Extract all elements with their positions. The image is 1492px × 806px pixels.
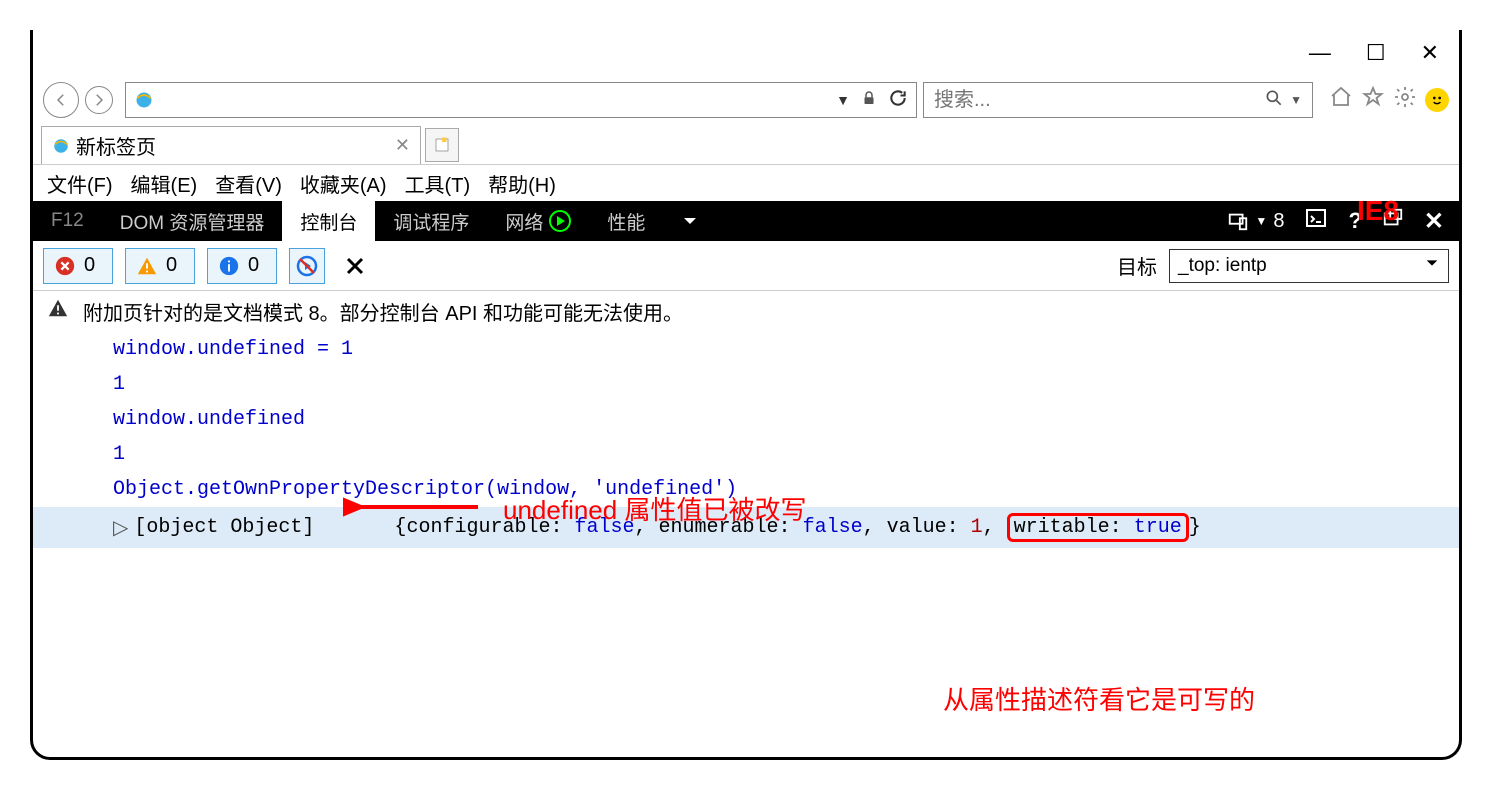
tab-close-button[interactable]: ✕ (395, 135, 410, 156)
warning-icon (47, 297, 69, 326)
close-devtools-icon[interactable]: ✕ (1424, 207, 1444, 236)
forward-button[interactable] (85, 86, 113, 114)
settings-icon[interactable] (1393, 85, 1417, 115)
tab-dom-explorer[interactable]: DOM 资源管理器 (102, 201, 283, 241)
home-icon[interactable] (1329, 85, 1353, 115)
tab-network[interactable]: 网络 (487, 201, 589, 241)
menu-bar: 文件(F) 编辑(E) 查看(V) 收藏夹(A) 工具(T) 帮助(H) (33, 165, 1459, 201)
address-bar[interactable]: ▼ (125, 82, 917, 118)
clear-on-navigate-button[interactable] (289, 248, 325, 284)
target-select[interactable]: _top: ientp (1169, 249, 1449, 283)
feedback-icon[interactable] (1425, 88, 1449, 112)
menu-edit[interactable]: 编辑(E) (125, 167, 204, 200)
play-icon (549, 210, 571, 232)
console-result-row: 1 (33, 437, 1459, 472)
warning-count: 0 (166, 254, 177, 277)
info-icon (218, 255, 240, 277)
menu-file[interactable]: 文件(F) (41, 167, 119, 200)
devtools-tab-bar: F12 DOM 资源管理器 控制台 调试程序 网络 性能 ▼ 8 ? ✕ (33, 201, 1459, 241)
error-count: 0 (84, 254, 95, 277)
browser-window: — ☐ ✕ ▼ (30, 30, 1462, 760)
annotation-note-1: undefined 属性值已被改写 (503, 490, 806, 527)
warning-filter[interactable]: 0 (125, 248, 195, 284)
ie-logo-icon (52, 137, 70, 155)
close-button[interactable]: ✕ (1421, 40, 1439, 66)
search-input[interactable] (934, 89, 1264, 112)
annotation-arrow (343, 492, 483, 522)
annotation-note-2: 从属性描述符看它是可写的 (943, 680, 1255, 717)
lock-icon (860, 89, 878, 112)
emulation-icon[interactable]: ▼ 8 (1227, 210, 1284, 233)
info-count: 0 (248, 254, 259, 277)
toolbar-icons (1329, 85, 1449, 115)
menu-favorites[interactable]: 收藏夹(A) (294, 167, 393, 200)
tab-console[interactable]: 控制台 (282, 201, 375, 241)
expand-icon[interactable]: ▷ (113, 515, 128, 541)
warning-icon (136, 255, 158, 277)
warning-text: 附加页针对的是文档模式 8。部分控制台 API 和功能可能无法使用。 (83, 297, 683, 326)
navigation-bar: ▼ ▼ (33, 75, 1459, 125)
favorites-icon[interactable] (1361, 85, 1385, 115)
minimize-button[interactable]: — (1309, 40, 1331, 66)
tab-overflow[interactable] (663, 201, 717, 241)
console-warning-row: 附加页针对的是文档模式 8。部分控制台 API 和功能可能无法使用。 (33, 291, 1459, 332)
back-button[interactable] (43, 82, 79, 118)
dropdown-icon[interactable]: ▼ (836, 92, 850, 108)
refresh-icon[interactable] (888, 88, 908, 113)
tab-performance[interactable]: 性能 (589, 201, 663, 241)
console-result-row: 1 (33, 367, 1459, 402)
ie-logo-icon (134, 90, 154, 110)
maximize-button[interactable]: ☐ (1366, 40, 1386, 66)
search-bar[interactable]: ▼ (923, 82, 1313, 118)
error-icon (54, 255, 76, 277)
browser-tab[interactable]: 新标签页 ✕ (41, 126, 421, 164)
console-input-row: window.undefined = 1 (33, 332, 1459, 367)
menu-view[interactable]: 查看(V) (209, 167, 288, 200)
tab-title: 新标签页 (76, 131, 395, 160)
search-icon[interactable] (1264, 88, 1284, 113)
object-label: [object Object] (134, 516, 314, 539)
f12-label: F12 (33, 210, 102, 232)
window-titlebar: — ☐ ✕ (33, 30, 1459, 75)
error-filter[interactable]: 0 (43, 248, 113, 284)
dropdown-icon[interactable]: ▼ (1290, 93, 1302, 107)
tab-debugger[interactable]: 调试程序 (375, 201, 487, 241)
chevron-down-icon (1424, 255, 1440, 277)
tab-bar: 新标签页 ✕ (33, 125, 1459, 165)
console-toolbar: 0 0 0 目标 _top: ientp (33, 241, 1459, 291)
menu-help[interactable]: 帮助(H) (482, 167, 562, 200)
highlighted-property: writable: true (1007, 513, 1189, 542)
menu-tools[interactable]: 工具(T) (399, 167, 477, 200)
console-input-row: window.undefined (33, 402, 1459, 437)
target-value: _top: ientp (1178, 255, 1267, 277)
clear-button[interactable] (337, 248, 373, 284)
info-filter[interactable]: 0 (207, 248, 277, 284)
annotation-ie-version: IE8 (1357, 195, 1399, 227)
console-toggle-icon[interactable] (1304, 206, 1328, 236)
target-label: 目标 (1117, 251, 1157, 280)
new-tab-button[interactable] (425, 128, 459, 162)
